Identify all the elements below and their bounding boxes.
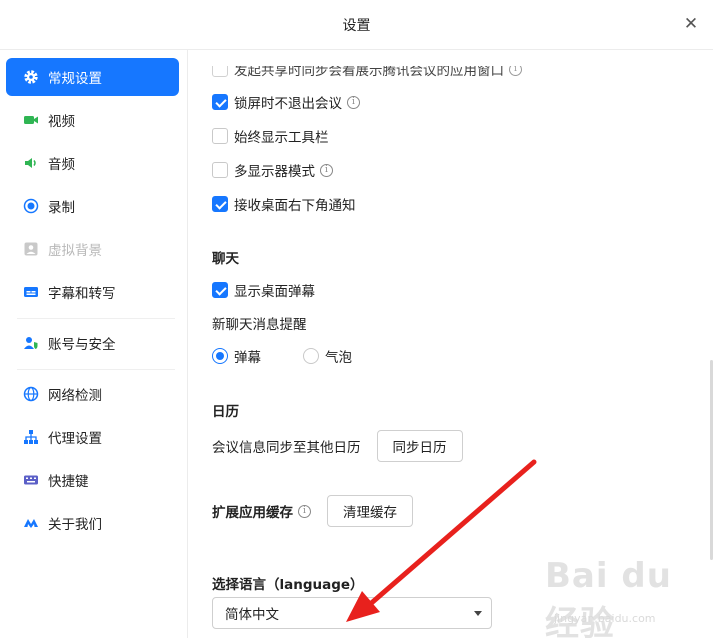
- speaker-icon: [23, 155, 39, 171]
- sidebar-divider: [17, 369, 175, 370]
- language-select-value: 简体中文: [225, 607, 279, 623]
- chevron-down-icon: [474, 611, 482, 616]
- sidebar-item-video[interactable]: 视频: [6, 101, 179, 139]
- option-label: 多显示器模式: [234, 164, 315, 180]
- option-label: 发起共享时同步会看展示腾讯会议的应用窗口: [234, 63, 504, 79]
- option-label: 锁屏时不退出会议: [234, 96, 342, 112]
- globe-icon: [23, 386, 39, 402]
- account-security-icon: [23, 335, 39, 351]
- sidebar-item-label: 网络检测: [48, 388, 102, 404]
- section-title-cache: 扩展应用缓存: [212, 505, 293, 521]
- sidebar: 常规设置 视频 音频 录制 虚拟背景 字幕和转写 账号与安全 网络检测 代理设置…: [0, 50, 188, 638]
- reminder-label: 新聊天消息提醒: [212, 317, 307, 333]
- settings-content: 发起共享时同步会看展示腾讯会议的应用窗口 i 锁屏时不退出会议 i 始终显示工具…: [188, 50, 713, 638]
- sidebar-item-virtual-background[interactable]: 虚拟背景: [6, 230, 179, 268]
- gear-icon: [23, 69, 39, 85]
- info-icon[interactable]: i: [298, 504, 311, 518]
- sidebar-item-shortcuts[interactable]: 快捷键: [6, 461, 179, 499]
- option-row: 显示桌面弹幕: [212, 280, 315, 300]
- language-select[interactable]: 简体中文: [212, 597, 492, 629]
- calendar-row: 会议信息同步至其他日历 同步日历: [212, 430, 463, 462]
- calendar-sync-label: 会议信息同步至其他日历: [212, 440, 361, 456]
- checkbox-always-show-toolbar[interactable]: [212, 128, 228, 144]
- option-row: 发起共享时同步会看展示腾讯会议的应用窗口 i: [212, 63, 522, 79]
- sidebar-item-record[interactable]: 录制: [6, 187, 179, 225]
- reminder-label-row: 新聊天消息提醒: [212, 313, 307, 333]
- sidebar-divider: [17, 318, 175, 319]
- sidebar-item-network-test[interactable]: 网络检测: [6, 375, 179, 413]
- option-row: 始终显示工具栏: [212, 126, 329, 146]
- subtitle-icon: [23, 284, 39, 300]
- section-title-calendar: 日历: [212, 404, 239, 420]
- option-row: 接收桌面右下角通知: [212, 194, 356, 214]
- checkbox-show-barrage[interactable]: [212, 282, 228, 298]
- sidebar-item-label: 账号与安全: [48, 337, 116, 353]
- sidebar-item-subtitles[interactable]: 字幕和转写: [6, 273, 179, 311]
- sync-calendar-button[interactable]: 同步日历: [376, 430, 463, 462]
- sidebar-item-general[interactable]: 常规设置: [6, 58, 179, 96]
- proxy-network-icon: [23, 429, 39, 445]
- checkbox-multi-monitor[interactable]: [212, 162, 228, 178]
- sidebar-item-label: 虚拟背景: [48, 243, 102, 259]
- virtual-background-icon: [23, 241, 39, 257]
- clear-cache-button[interactable]: 清理缓存: [327, 495, 413, 527]
- radio-bubble[interactable]: [303, 348, 319, 364]
- option-label: 接收桌面右下角通知: [234, 198, 356, 214]
- sidebar-item-label: 常规设置: [48, 71, 102, 87]
- cache-row: 扩展应用缓存 i 清理缓存: [212, 495, 413, 527]
- option-row: 多显示器模式 i: [212, 160, 333, 180]
- radio-barrage[interactable]: [212, 348, 228, 364]
- sidebar-item-account-security[interactable]: 账号与安全: [6, 324, 179, 362]
- sidebar-item-label: 视频: [48, 114, 75, 130]
- video-camera-icon: [23, 112, 39, 128]
- sidebar-item-label: 音频: [48, 157, 75, 173]
- sidebar-item-label: 快捷键: [48, 474, 89, 490]
- section-title-language: 选择语言（language）: [212, 577, 364, 593]
- close-icon[interactable]: ✕: [681, 14, 701, 34]
- title-bar: 设置 ✕: [0, 0, 713, 50]
- window-title: 设置: [342, 17, 371, 34]
- option-row: 锁屏时不退出会议 i: [212, 92, 360, 112]
- section-title-chat: 聊天: [212, 251, 239, 267]
- option-label: 显示桌面弹幕: [234, 284, 315, 300]
- info-icon[interactable]: i: [320, 163, 333, 177]
- checkbox[interactable]: [212, 66, 228, 77]
- reminder-options: 弹幕 气泡: [212, 346, 352, 366]
- tencent-meeting-logo-icon: [23, 515, 39, 531]
- radio-label: 弹幕: [234, 350, 261, 366]
- record-icon: [23, 198, 39, 214]
- radio-label: 气泡: [325, 350, 352, 366]
- option-label: 始终显示工具栏: [234, 130, 329, 146]
- checkbox-lock-screen[interactable]: [212, 94, 228, 110]
- checkbox-desktop-notifications[interactable]: [212, 196, 228, 212]
- keyboard-icon: [23, 472, 39, 488]
- sidebar-item-audio[interactable]: 音频: [6, 144, 179, 182]
- info-icon[interactable]: i: [347, 95, 360, 109]
- sidebar-item-label: 录制: [48, 200, 75, 216]
- info-icon[interactable]: i: [509, 66, 522, 76]
- sidebar-item-label: 关于我们: [48, 517, 102, 533]
- sidebar-item-about[interactable]: 关于我们: [6, 504, 179, 542]
- sidebar-item-label: 字幕和转写: [48, 286, 116, 302]
- sidebar-item-label: 代理设置: [48, 431, 102, 447]
- sidebar-item-proxy[interactable]: 代理设置: [6, 418, 179, 456]
